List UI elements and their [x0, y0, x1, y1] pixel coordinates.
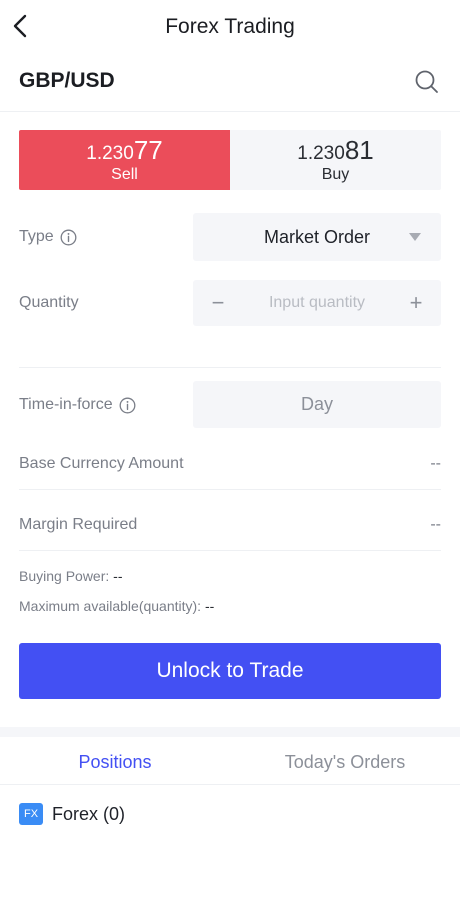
- buy-button[interactable]: 1.230 81 Buy: [230, 130, 441, 190]
- sell-button[interactable]: 1.230 77 Sell: [19, 130, 230, 190]
- buying-power-value: --: [113, 568, 123, 584]
- max-available-label: Maximum available(quantity):: [19, 598, 202, 614]
- section-separator: [0, 727, 460, 737]
- forex-group[interactable]: FX Forex (0): [19, 803, 125, 825]
- order-type-value: Market Order: [263, 226, 371, 247]
- quantity-stepper: − +: [193, 280, 441, 326]
- time-in-force-select[interactable]: Day: [193, 381, 441, 428]
- quantity-increment-button[interactable]: +: [391, 280, 441, 326]
- margin-row: Margin Required --: [19, 516, 441, 540]
- buy-price: 1.230 81: [297, 137, 373, 163]
- tab-bar: Positions Today's Orders: [0, 737, 460, 785]
- tab-positions[interactable]: Positions: [0, 737, 230, 784]
- tif-value: Day: [300, 394, 333, 414]
- sell-price-suffix: 77: [133, 134, 163, 165]
- buying-power: Buying Power: --: [19, 568, 123, 584]
- buying-power-label: Buying Power:: [19, 568, 110, 584]
- info-icon[interactable]: [119, 397, 136, 414]
- symbol-name: GBP/USD: [19, 69, 115, 92]
- side-toggle: 1.230 77 Sell 1.230 81 Buy: [19, 130, 441, 190]
- caret-down-icon: [409, 233, 421, 241]
- buy-price-prefix: 1.230: [297, 142, 345, 164]
- max-available-value: --: [204, 598, 215, 614]
- buy-label: Buy: [321, 165, 350, 183]
- quantity-decrement-button[interactable]: −: [193, 280, 243, 326]
- tif-label: Time-in-force: [19, 396, 113, 413]
- base-currency-value: --: [430, 455, 441, 472]
- search-icon[interactable]: [414, 69, 440, 95]
- time-in-force-row: Time-in-force Day: [19, 381, 441, 428]
- sell-price-prefix: 1.230: [86, 142, 134, 164]
- symbol-bar: GBP/USD: [0, 56, 460, 112]
- margin-label: Margin Required: [19, 516, 138, 533]
- tif-label-wrap: Time-in-force: [19, 396, 136, 414]
- sell-price: 1.230 77: [86, 137, 162, 163]
- quantity-row: Quantity − +: [19, 280, 441, 326]
- fx-badge-icon: FX: [19, 803, 43, 825]
- unlock-to-trade-button[interactable]: Unlock to Trade: [19, 643, 441, 699]
- type-label: Type: [19, 228, 54, 245]
- type-row: Type Market Order: [19, 213, 441, 261]
- divider: [19, 489, 441, 490]
- base-currency-label: Base Currency Amount: [19, 455, 184, 472]
- info-icon[interactable]: [60, 229, 77, 246]
- order-type-select[interactable]: Market Order: [193, 213, 441, 261]
- divider: [19, 550, 441, 551]
- base-currency-row: Base Currency Amount --: [19, 455, 441, 479]
- page-title: Forex Trading: [165, 15, 295, 38]
- tab-todays-orders[interactable]: Today's Orders: [230, 737, 460, 784]
- forex-group-label: Forex (0): [52, 803, 126, 824]
- quantity-label: Quantity: [19, 294, 79, 311]
- max-available: Maximum available(quantity): --: [19, 598, 214, 614]
- header: Forex Trading: [0, 0, 460, 54]
- type-label-wrap: Type: [19, 228, 77, 246]
- margin-value: --: [430, 516, 441, 533]
- divider: [19, 367, 441, 368]
- sell-label: Sell: [111, 165, 138, 183]
- quantity-input[interactable]: [243, 280, 391, 326]
- buy-price-suffix: 81: [344, 134, 374, 165]
